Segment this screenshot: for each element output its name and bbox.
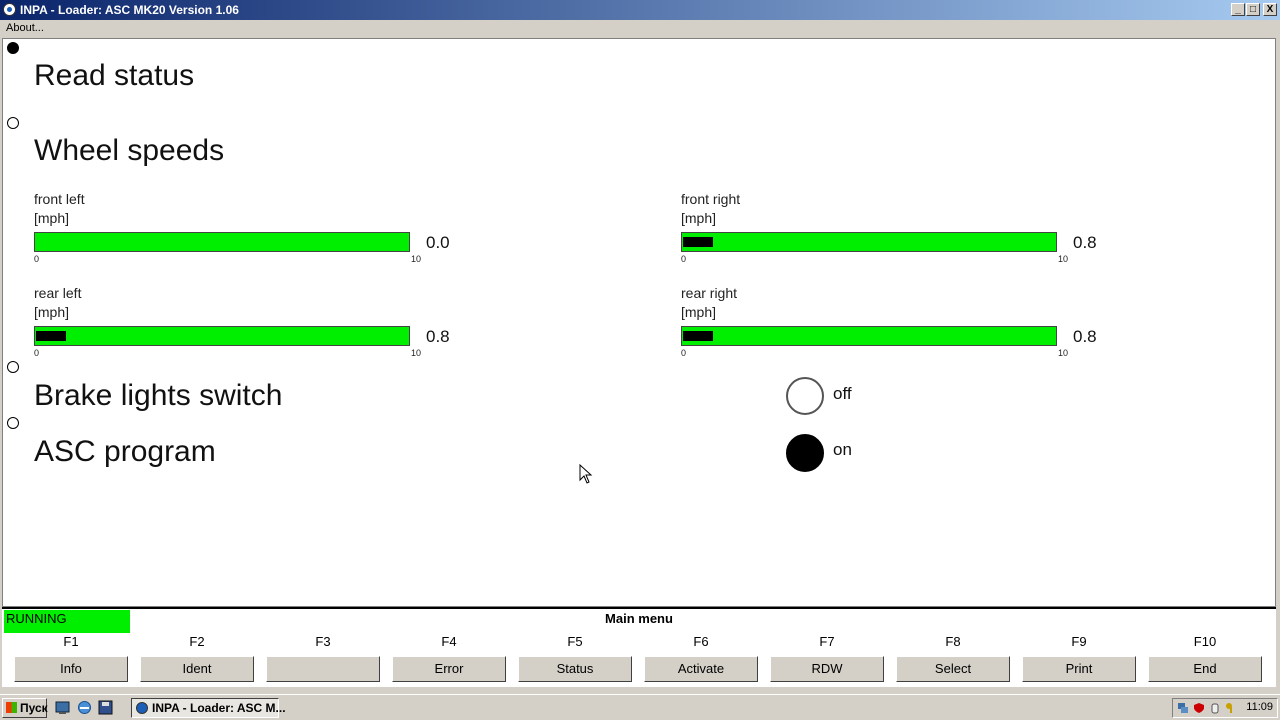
security-shield-icon[interactable] [1193,702,1205,714]
minimize-button[interactable]: _ [1231,3,1245,16]
clock: 11:09 [1246,701,1273,713]
end-button[interactable]: End [1148,656,1262,682]
bar-max-tick: 10 [1058,254,1069,264]
speed-value-front-right: 0.8 [1073,233,1097,252]
wheel-unit: [mph] [681,210,717,226]
inpa-task-icon [136,702,148,714]
close-button[interactable]: X [1263,3,1277,16]
brake-lights-state: off [833,384,852,403]
select-button[interactable]: Select [896,656,1010,682]
fkey-label-f7: F7 [819,634,835,649]
wheel-name: front left [34,191,85,207]
wheel-label-front-left: front left [mph] [34,190,85,228]
internet-explorer-icon[interactable] [77,700,92,715]
key-icon[interactable] [1225,702,1237,714]
menu-title: Main menu [605,611,673,626]
fkey-label-f6: F6 [693,634,709,649]
asc-program-state: on [833,440,852,459]
mouse-cursor-icon [579,464,593,484]
wheel-name: rear right [681,285,738,301]
print-button[interactable]: Print [1022,656,1136,682]
speed-bar-front-left [34,232,410,252]
wheel-label-rear-left: rear left [mph] [34,284,81,322]
windows-flag-icon [6,702,17,713]
error-button[interactable]: Error [392,656,506,682]
heading-wheel-speeds: Wheel speeds [34,134,225,167]
show-desktop-icon[interactable] [55,700,70,715]
title-bar[interactable]: INPA - Loader: ASC MK20 Version 1.06 _ □… [0,0,1280,20]
speed-bar-fill [683,331,713,341]
task-label: INPA - Loader: ASC M... [152,701,286,715]
rdw-button[interactable]: RDW [770,656,884,682]
start-button[interactable]: Пуск [2,698,48,718]
speed-value-rear-left: 0.8 [426,327,450,346]
info-button[interactable]: Info [14,656,128,682]
bar-max-tick: 10 [1058,348,1069,358]
radio-read-status[interactable] [7,42,19,54]
status-button[interactable]: Status [518,656,632,682]
speed-bar-rear-left [34,326,410,346]
bar-max-tick: 10 [411,348,422,358]
fkey-label-f10: F10 [1193,634,1217,649]
fkey-label-f8: F8 [945,634,961,649]
wheel-label-rear-right: rear right [mph] [681,284,737,322]
bar-min-tick: 0 [34,348,40,358]
fkey-label-f5: F5 [567,634,583,649]
bar-min-tick: 0 [34,254,40,264]
ident-button[interactable]: Ident [140,656,254,682]
wheel-name: rear left [34,285,82,301]
function-key-panel: RUNNING Main menu F1 F2 F3 F4 F5 F6 F7 F… [2,607,1276,687]
heading-brake-lights: Brake lights switch [34,379,283,412]
radio-asc-program[interactable] [7,417,19,429]
taskbar: Пуск INPA - Loader: ASC M... 11:09 [0,694,1280,720]
asc-program-indicator [786,434,824,472]
activate-button[interactable]: Activate [644,656,758,682]
system-tray: 11:09 [1172,698,1278,718]
fkey-label-f4: F4 [441,634,457,649]
bar-max-tick: 10 [411,254,422,264]
fkey-label-f3: F3 [315,634,331,649]
wheel-unit: [mph] [681,304,717,320]
window-title: INPA - Loader: ASC MK20 Version 1.06 [20,3,239,17]
task-inpa-loader[interactable]: INPA - Loader: ASC M... [131,698,286,718]
wheel-name: front right [681,191,741,207]
brake-lights-indicator [786,377,824,415]
heading-asc-program: ASC program [34,435,216,468]
bar-min-tick: 0 [681,254,687,264]
speed-bar-front-right [681,232,1057,252]
heading-read-status: Read status [34,59,195,92]
radio-brake-lights[interactable] [7,361,19,373]
menu-about[interactable]: About... [6,22,44,34]
menu-bar: About... [0,20,1280,38]
speed-bar-fill [683,237,713,247]
speed-value-front-left: 0.0 [426,233,450,252]
speed-value-rear-right: 0.8 [1073,327,1097,346]
wheel-label-front-right: front right [mph] [681,190,740,228]
inpa-app-icon[interactable] [3,3,16,16]
fkey-label-f1: F1 [63,634,79,649]
status-panel: Read status Wheel speeds front left [mph… [2,38,1276,607]
speed-bar-fill [36,331,66,341]
fkey-label-f9: F9 [1071,634,1087,649]
bar-min-tick: 0 [681,348,687,358]
network-icon[interactable] [1177,702,1189,714]
hand-icon[interactable] [1209,702,1221,714]
start-label: Пуск [20,701,48,715]
wheel-unit: [mph] [34,304,70,320]
maximize-button[interactable]: □ [1246,3,1260,16]
f3-button[interactable] [266,656,380,682]
speed-bar-rear-right [681,326,1057,346]
fkey-label-f2: F2 [189,634,205,649]
radio-wheel-speeds[interactable] [7,117,19,129]
wheel-unit: [mph] [34,210,70,226]
save-disk-icon[interactable] [98,700,113,715]
